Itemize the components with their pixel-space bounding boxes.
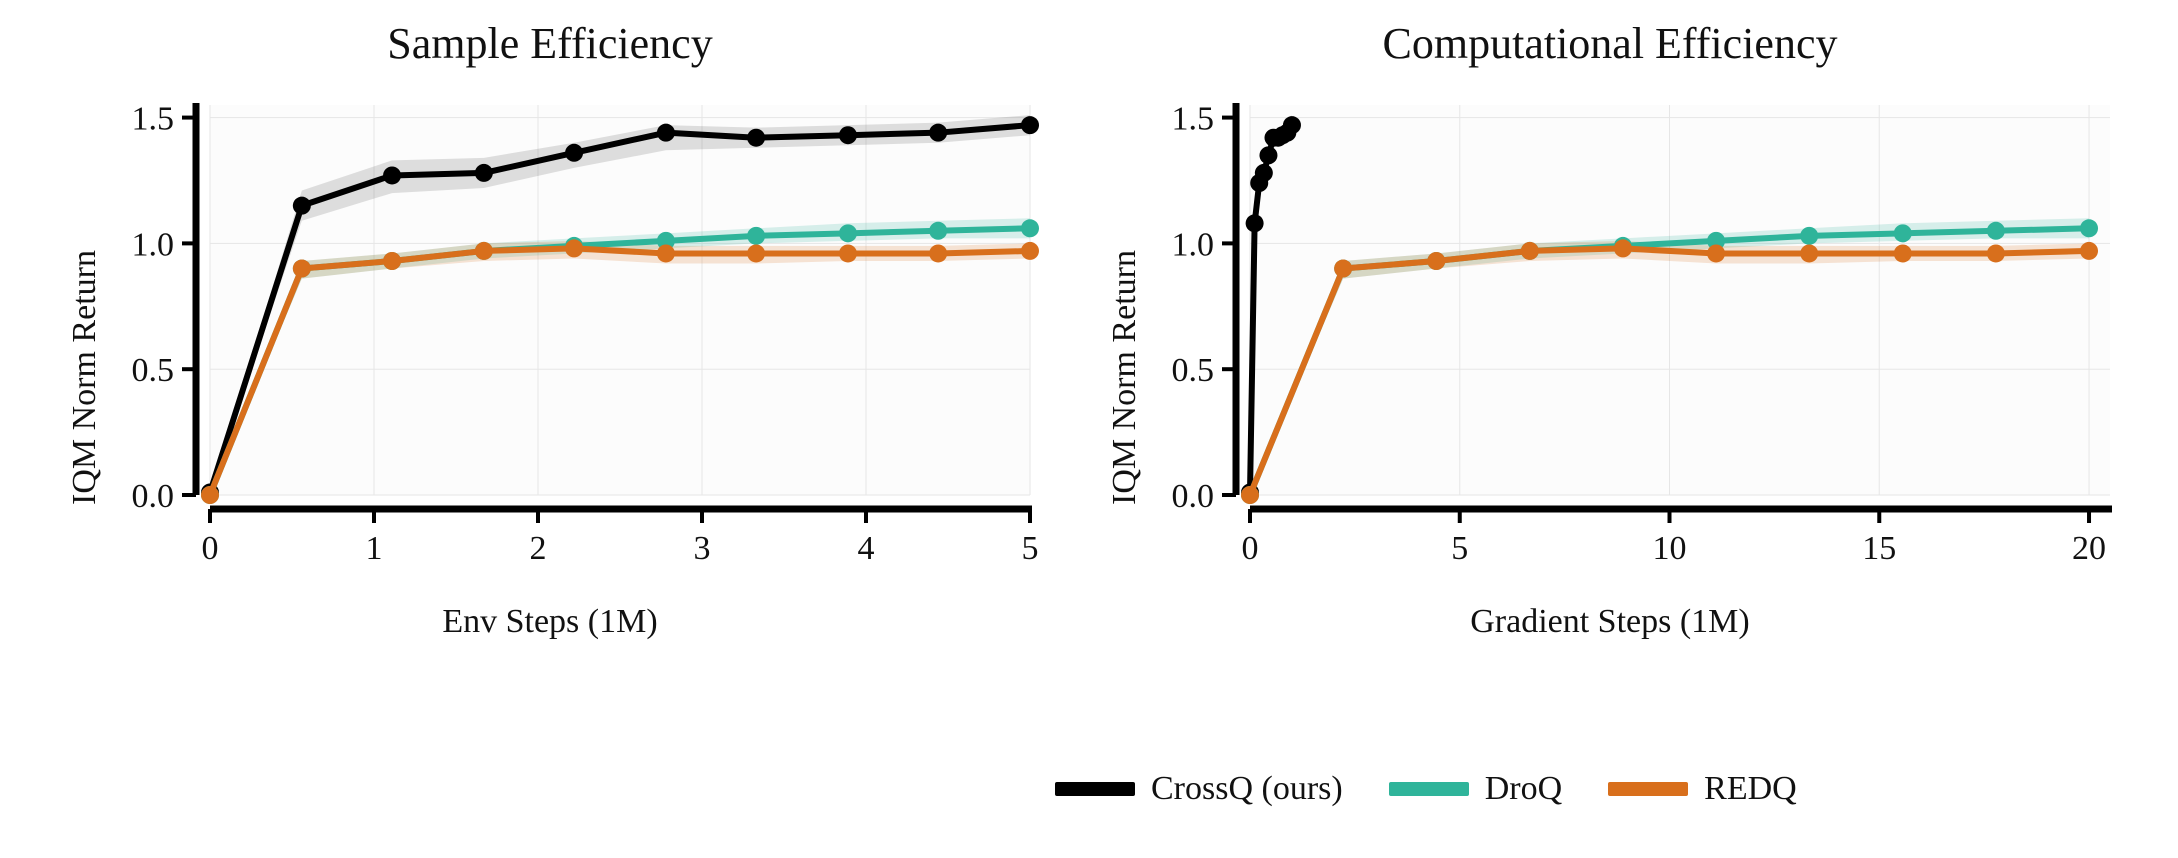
chart-sample-efficiency: Sample Efficiency IQM Norm Return 0 1 2 3 4 5… bbox=[40, 18, 1060, 641]
legend-label: DroQ bbox=[1485, 770, 1562, 808]
svg-text:2: 2 bbox=[530, 530, 547, 567]
legend-item-crossq: CrossQ (ours) bbox=[1055, 770, 1343, 808]
charts-row: Sample Efficiency IQM Norm Return 0 1 2 3 4 5… bbox=[0, 0, 2178, 641]
svg-text:5: 5 bbox=[1451, 530, 1468, 567]
x-axis-label: Env Steps (1M) bbox=[40, 603, 1060, 641]
svg-text:20: 20 bbox=[2072, 530, 2106, 567]
legend-item-redq: REDQ bbox=[1608, 770, 1797, 808]
svg-text:1.5: 1.5 bbox=[132, 101, 175, 138]
svg-text:4: 4 bbox=[858, 530, 875, 567]
legend-swatch bbox=[1389, 782, 1469, 796]
y-axis-label: IQM Norm Return bbox=[66, 250, 104, 505]
chart-title: Computational Efficiency bbox=[1080, 18, 2140, 69]
svg-text:0.5: 0.5 bbox=[132, 352, 175, 389]
svg-text:1: 1 bbox=[366, 530, 383, 567]
svg-text:0: 0 bbox=[1242, 530, 1259, 567]
legend-swatch bbox=[1055, 782, 1135, 796]
legend: CrossQ (ours) DroQ REDQ bbox=[1055, 770, 1797, 808]
svg-text:5: 5 bbox=[1022, 530, 1039, 567]
chart-svg: 0 5 10 15 20 0.0 0.5 1.0 1.5 bbox=[1080, 75, 2140, 595]
svg-text:1.0: 1.0 bbox=[132, 226, 175, 263]
legend-label: REDQ bbox=[1704, 770, 1797, 808]
svg-text:0: 0 bbox=[202, 530, 219, 567]
figure-container: Sample Efficiency IQM Norm Return 0 1 2 3 4 5… bbox=[0, 0, 2178, 858]
y-axis-label: IQM Norm Return bbox=[1106, 250, 1144, 505]
legend-swatch bbox=[1608, 782, 1688, 796]
svg-text:1.5: 1.5 bbox=[1172, 101, 1215, 138]
chart-computational-efficiency: Computational Efficiency IQM Norm Return… bbox=[1080, 18, 2140, 641]
legend-label: CrossQ (ours) bbox=[1151, 770, 1343, 808]
x-axis-label: Gradient Steps (1M) bbox=[1080, 603, 2140, 641]
svg-text:15: 15 bbox=[1862, 530, 1896, 567]
legend-item-droq: DroQ bbox=[1389, 770, 1562, 808]
svg-text:0.5: 0.5 bbox=[1172, 352, 1215, 389]
chart-svg: 0 1 2 3 4 5 0.0 0.5 1.0 1.5 bbox=[40, 75, 1060, 595]
svg-text:0.0: 0.0 bbox=[132, 478, 175, 515]
svg-text:3: 3 bbox=[694, 530, 711, 567]
svg-text:10: 10 bbox=[1653, 530, 1687, 567]
chart-title: Sample Efficiency bbox=[40, 18, 1060, 69]
svg-text:1.0: 1.0 bbox=[1172, 226, 1215, 263]
svg-text:0.0: 0.0 bbox=[1172, 478, 1215, 515]
